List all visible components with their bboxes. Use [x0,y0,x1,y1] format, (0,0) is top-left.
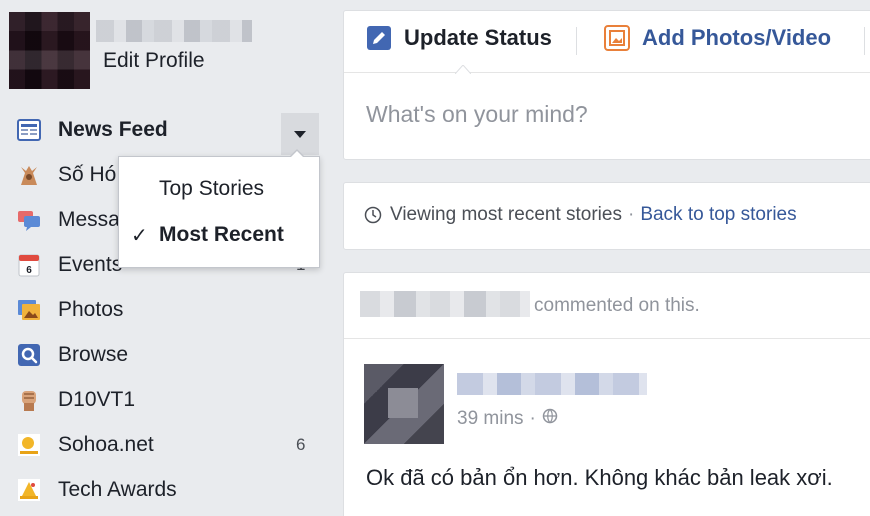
profile-name-redacted[interactable] [96,20,252,42]
sidebar-item-label: Photos [58,298,124,321]
checkmark-icon: ✓ [131,224,148,247]
separator-dot: · [627,204,635,225]
profile-photo[interactable] [9,12,90,89]
sidebar-item-sohoa-net[interactable]: Sohoa.net 6 [0,425,330,465]
tab-add-photos-video[interactable]: Add Photos/Video [604,25,831,51]
clock-icon [364,206,382,224]
tab-label: Update Status [404,25,552,50]
author-avatar[interactable] [364,364,444,444]
sidebar-item-photos[interactable]: Photos [0,290,330,330]
post-meta: 39 mins · [457,408,558,430]
sidebar-item-label: Events [58,253,123,276]
menu-item-top-stories[interactable]: Top Stories [119,167,319,211]
sidebar-item-d10vt1[interactable]: D10VT1 [0,380,330,420]
sort-notice: Viewing most recent stories · Back to to… [364,204,797,226]
menu-item-label: Most Recent [159,223,284,246]
menu-item-label: Top Stories [159,177,265,200]
edit-profile-link[interactable]: Edit Profile [103,49,205,73]
tab-divider [864,27,865,55]
post-timestamp[interactable]: 39 mins [457,408,524,430]
sidebar-item-label: Messa [58,208,120,231]
separator-dot: · [529,408,536,429]
page-icon [17,433,41,457]
status-input[interactable]: What's on your mind? [366,101,588,128]
tab-divider [576,27,577,55]
tab-label: Add Photos/Video [642,25,832,50]
search-icon [17,343,41,367]
sidebar-item-label: Tech Awards [58,478,177,501]
sort-notice-card: Viewing most recent stories · Back to to… [343,182,870,250]
messages-icon [17,208,41,232]
sidebar-item-label: D10VT1 [58,388,136,411]
post-body-text: Ok đã có bản ổn hơn. Không khác bản leak… [366,465,833,490]
globe-icon[interactable] [542,408,558,430]
news-feed-icon [17,118,41,142]
activity-text: commented on this. [534,295,700,316]
caret-down-icon [294,125,306,143]
author-name-redacted[interactable] [457,373,647,395]
sidebar-item-browse[interactable]: Browse [0,335,330,375]
photos-icon [17,298,41,322]
active-tab-indicator [455,65,471,74]
tab-update-status[interactable]: Update Status [366,25,552,51]
menu-item-most-recent[interactable]: ✓ Most Recent [119,213,319,257]
pencil-icon [366,25,392,51]
status-composer: Update Status Add Photos/Video What's on… [343,10,870,160]
feed-post: commented on this. 39 mins · Ok đã có bả… [343,272,870,516]
sidebar-item-label: Số Hó [58,163,117,186]
commenter-names-redacted[interactable] [360,291,530,317]
feed-sort-menu: Top Stories ✓ Most Recent [118,149,320,268]
sidebar-item-label: Browse [58,343,129,366]
sort-notice-text: Viewing most recent stories [390,204,622,225]
left-sidebar: Edit Profile News Feed Số Hó Messa 6 Eve… [0,0,330,516]
photo-icon [604,25,630,51]
post-activity-header: commented on this. [344,273,870,339]
back-to-top-stories-link[interactable]: Back to top stories [640,204,796,226]
svg-text:6: 6 [26,265,32,276]
sidebar-item-tech-awards[interactable]: Tech Awards [0,470,330,510]
group-icon [17,163,41,187]
calendar-icon: 6 [17,253,41,277]
sidebar-item-label: Sohoa.net [58,433,154,456]
composer-tabs: Update Status Add Photos/Video [344,11,870,74]
sohoa-count: 6 [296,435,306,454]
sidebar-item-label: News Feed [58,118,168,141]
award-icon [17,478,41,502]
fist-icon [17,388,41,412]
